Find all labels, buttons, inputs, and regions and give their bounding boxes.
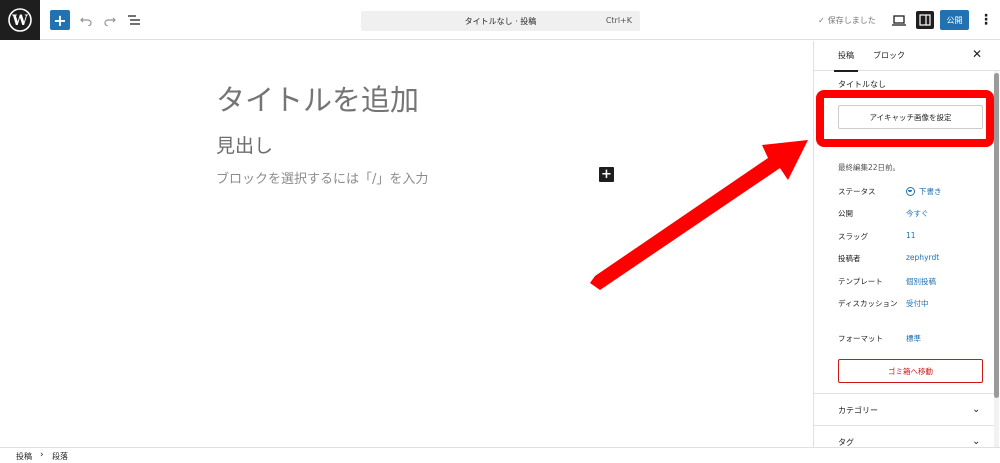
document-overview-icon[interactable]	[126, 10, 142, 30]
check-icon: ✓	[818, 16, 825, 25]
meta-value[interactable]: 個別投稿	[906, 276, 936, 287]
meta-label: スラッグ	[838, 232, 868, 241]
meta-row-template: テンプレート 個別投稿	[838, 276, 988, 290]
redo-icon[interactable]	[102, 10, 118, 30]
breadcrumb: 投稿 › 段落	[0, 447, 1000, 463]
meta-label: 公開	[838, 209, 853, 218]
breadcrumb-item[interactable]: 投稿	[16, 451, 32, 462]
meta-value-text[interactable]: 下書き	[919, 186, 942, 197]
meta-value[interactable]: 標準	[906, 333, 921, 344]
saved-label: 保存しました	[827, 16, 876, 25]
meta-label: ディスカッション	[838, 299, 898, 308]
undo-icon[interactable]	[78, 10, 94, 30]
tab-post[interactable]: 投稿	[834, 50, 858, 72]
preview-icon[interactable]	[890, 11, 908, 29]
move-to-trash-button[interactable]: ゴミ箱へ移動	[838, 359, 983, 383]
chevron-down-icon: ⌄	[972, 404, 981, 415]
command-bar-shortcut: Ctrl+K	[605, 16, 632, 25]
meta-row-slug: スラッグ 11	[838, 231, 988, 245]
close-icon[interactable]: ✕	[972, 47, 982, 61]
meta-label: 投稿者	[838, 254, 861, 263]
editor-screen: W + タイトルなし · 投稿 Ctrl+K ✓ 保存しました 公開 ⋮ タイト…	[0, 0, 1000, 463]
chevron-right-icon: ›	[40, 450, 44, 460]
panel-label: カテゴリー	[838, 406, 878, 415]
editor-canvas[interactable]: タイトルを追加 見出し ブロックを選択するには「/」を入力 +	[0, 41, 813, 447]
meta-label: テンプレート	[838, 277, 883, 286]
panel-label: タグ	[838, 438, 854, 447]
meta-label: ステータス	[838, 187, 876, 196]
meta-value[interactable]: zephyrdt	[906, 253, 939, 262]
meta-row-publish: 公開 今すぐ	[838, 208, 988, 222]
paragraph-placeholder[interactable]: ブロックを選択するには「/」を入力	[216, 168, 428, 187]
heading-block[interactable]: 見出し	[216, 131, 273, 158]
sidebar-scrollbar[interactable]	[994, 71, 999, 447]
publish-button[interactable]: 公開	[940, 10, 969, 30]
last-edited-text: 最終編集22日前。	[838, 163, 901, 172]
tab-block[interactable]: ブロック	[873, 50, 905, 61]
meta-value[interactable]: 今すぐ	[906, 208, 929, 219]
meta-value[interactable]: 受付中	[906, 298, 929, 309]
meta-row-author: 投稿者 zephyrdt	[838, 253, 988, 267]
sidebar-tabs: 投稿 ブロック ✕	[814, 41, 1000, 72]
svg-text:W: W	[11, 13, 28, 29]
meta-label: フォーマット	[838, 334, 883, 343]
wordpress-logo-icon[interactable]: W	[0, 0, 40, 40]
panel-categories[interactable]: カテゴリー ⌄	[814, 393, 994, 425]
add-block-button[interactable]: +	[50, 10, 70, 30]
post-title-placeholder[interactable]: タイトルを追加	[216, 77, 419, 119]
chevron-down-icon: ⌄	[972, 436, 981, 447]
meta-value[interactable]: 11	[906, 231, 916, 240]
panel-tags[interactable]: タグ ⌄	[814, 425, 994, 447]
annotation-highlight-box	[816, 90, 994, 147]
breadcrumb-item[interactable]: 段落	[52, 451, 68, 462]
scrollbar-thumb[interactable]	[994, 73, 999, 398]
command-bar-title: タイトルなし · 投稿	[464, 17, 537, 26]
command-palette-bar[interactable]: タイトルなし · 投稿 Ctrl+K	[361, 11, 640, 31]
more-options-icon[interactable]: ⋮	[979, 10, 993, 30]
meta-row-format: フォーマット 標準	[838, 333, 988, 347]
top-toolbar: W + タイトルなし · 投稿 Ctrl+K ✓ 保存しました 公開 ⋮	[0, 0, 1000, 40]
meta-row-discussion: ディスカッション 受付中	[838, 298, 988, 324]
draft-status-icon	[906, 187, 915, 196]
settings-sidebar-toggle-icon[interactable]	[916, 11, 934, 29]
meta-row-status: ステータス 下書き	[838, 186, 988, 200]
inline-add-block-button[interactable]: +	[599, 167, 614, 182]
status-value[interactable]: 下書き	[906, 186, 942, 197]
saved-status: ✓ 保存しました	[818, 15, 876, 26]
